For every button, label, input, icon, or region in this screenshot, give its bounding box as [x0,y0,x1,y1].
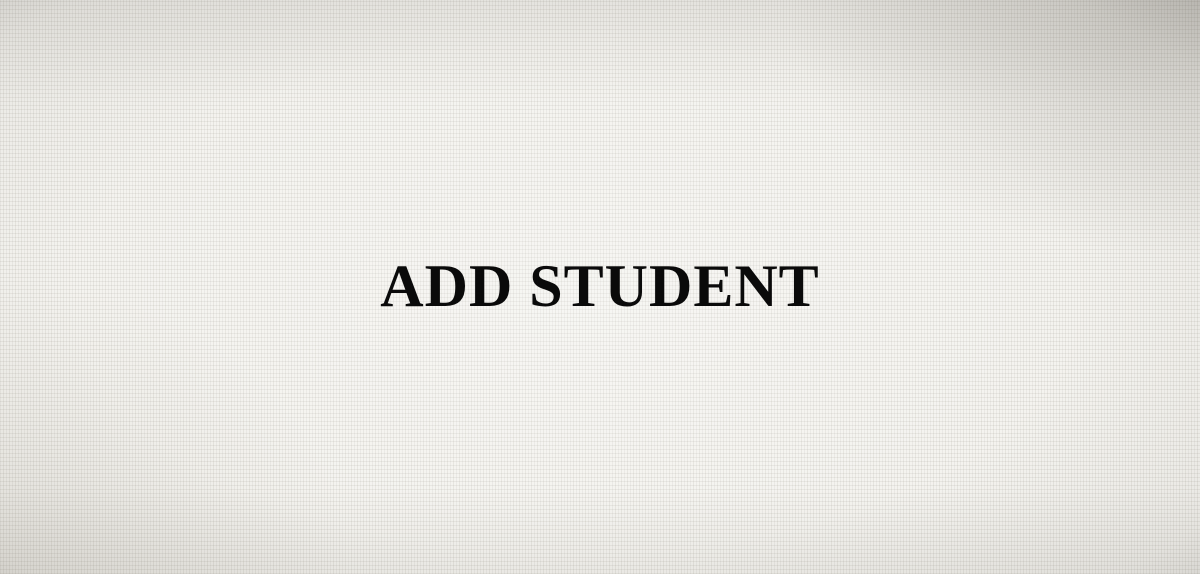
corner-shadow [780,0,1200,260]
background-canvas: ADD STUDENT [0,0,1200,574]
page-title: ADD STUDENT [380,253,820,319]
